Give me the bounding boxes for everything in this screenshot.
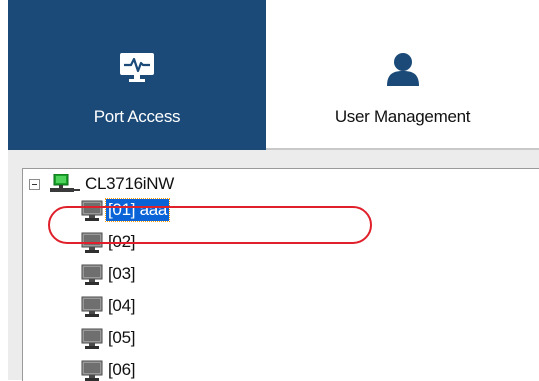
tab-label: Port Access — [93, 107, 181, 126]
user-icon — [385, 52, 421, 91]
app-window: Port Access User Management CL3716iNW [0… — [0, 0, 539, 381]
computer-icon — [81, 360, 103, 381]
network-computer-icon — [47, 173, 81, 199]
tab-label: User Management — [334, 107, 471, 126]
computer-icon — [81, 328, 103, 355]
tree-port-label: [05] — [108, 328, 136, 347]
collapse-icon[interactable] — [29, 179, 40, 190]
tree-port-label: [03] — [108, 264, 136, 283]
tree-port-label: [02] — [108, 232, 136, 251]
tree-port-label: [01] aaa — [104, 198, 171, 222]
tree-port-label: [06] — [108, 360, 136, 379]
monitor-pulse-icon — [119, 52, 155, 89]
tab-user-management[interactable]: User Management — [266, 0, 539, 150]
computer-icon — [81, 200, 103, 227]
window-edge — [0, 0, 8, 380]
tree-panel: CL3716iNW [01] aaa [02] [03] [04] [05] [… — [8, 150, 539, 381]
tree-port-label: [04] — [108, 296, 136, 315]
tab-port-access[interactable]: Port Access — [8, 0, 266, 150]
port-tree[interactable]: CL3716iNW [01] aaa [02] [03] [04] [05] [… — [22, 168, 539, 381]
tree-root-label: CL3716iNW — [85, 174, 174, 193]
computer-icon — [81, 264, 103, 291]
computer-icon — [81, 232, 103, 259]
top-nav: Port Access User Management — [8, 0, 539, 150]
computer-icon — [81, 296, 103, 323]
